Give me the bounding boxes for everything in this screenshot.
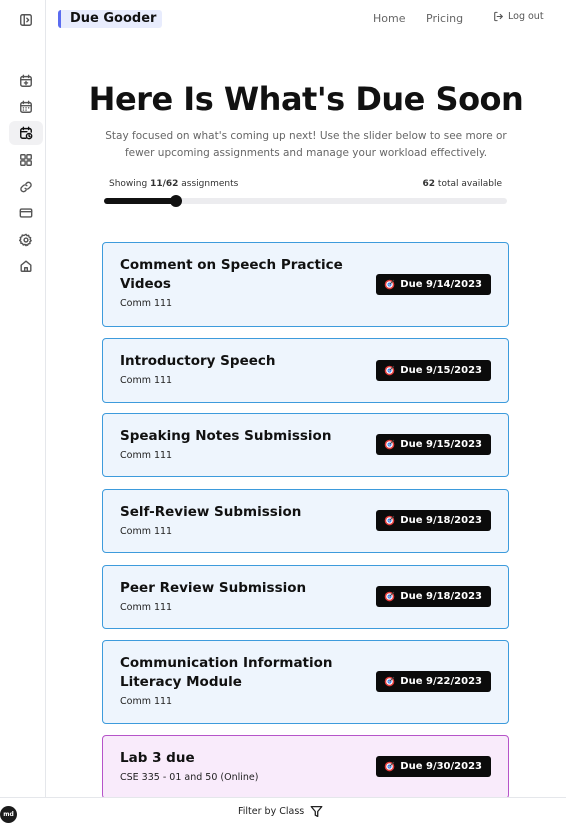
page-subtitle: Stay focused on what's coming up next! U… [105, 130, 507, 159]
calendar-clock-icon [20, 126, 33, 140]
assignment-card[interactable]: Self-Review Submission Comm 111 Due 9/18/2… [102, 489, 509, 553]
sidebar-toggle-icon [20, 14, 32, 26]
due-date-badge: Due 9/18/2023 [376, 586, 491, 607]
due-date-label: Due 9/15/2023 [400, 439, 482, 450]
assignment-title: Speaking Notes Submission [120, 428, 332, 444]
assignment-card[interactable]: Comment on Speech Practice Videos Comm 11… [102, 242, 509, 327]
logout-button[interactable]: Log out [493, 11, 544, 22]
brand-logo[interactable]: Due Gooder [58, 10, 163, 28]
gear-icon [19, 233, 32, 247]
target-icon [384, 515, 395, 526]
assignment-slider-thumb[interactable] [170, 195, 183, 207]
filter-icon [310, 805, 323, 818]
logout-label: Log out [508, 11, 544, 22]
link-icon [20, 181, 32, 193]
total-count: 62 [422, 179, 436, 189]
page-title: Here Is What's Due Soon [88, 80, 524, 118]
due-date-label: Due 9/18/2023 [400, 591, 482, 602]
sidebar-item-settings[interactable] [9, 228, 43, 252]
assignment-title: Introductory Speech [120, 353, 276, 369]
nav-pricing-link[interactable]: Pricing [426, 12, 463, 25]
target-icon [384, 761, 395, 772]
assignment-title: Comment on Speech Practice Videos [120, 257, 343, 292]
due-date-badge: Due 9/14/2023 [376, 274, 491, 295]
due-date-badge: Due 9/22/2023 [376, 671, 491, 692]
due-date-label: Due 9/22/2023 [400, 676, 482, 687]
assignment-card[interactable]: Communication Information Literacy Modul… [102, 640, 509, 724]
nav-home-link[interactable]: Home [373, 12, 405, 25]
sidebar [0, 0, 46, 797]
toggle-sidebar-button[interactable] [9, 8, 43, 32]
assignment-course: Comm 111 [120, 602, 173, 613]
target-icon [384, 676, 395, 687]
sidebar-item-links[interactable] [9, 175, 43, 199]
due-date-label: Due 9/15/2023 [400, 365, 482, 376]
assignment-card[interactable]: Peer Review Submission Comm 111 Due 9/18/2… [102, 565, 509, 629]
sidebar-item-dashboard[interactable] [9, 148, 43, 172]
due-date-badge: Due 9/30/2023 [376, 756, 491, 777]
showing-count-text: Showing 11/62 assignments [109, 179, 238, 189]
avatar[interactable]: md [0, 806, 17, 823]
sidebar-item-calendar[interactable] [9, 95, 43, 119]
due-date-label: Due 9/14/2023 [400, 279, 482, 290]
showing-count: 11/62 [150, 179, 179, 189]
filter-label: Filter by Class [238, 806, 305, 817]
home-icon [20, 260, 32, 272]
target-icon [384, 279, 395, 290]
bottom-bar: md Filter by Class [0, 797, 566, 825]
due-date-badge: Due 9/18/2023 [376, 510, 491, 531]
assignment-course: Comm 111 [120, 450, 173, 461]
sidebar-item-billing[interactable] [9, 201, 43, 225]
assignment-course: Comm 111 [120, 298, 173, 309]
due-date-badge: Due 9/15/2023 [376, 434, 491, 455]
credit-card-icon [19, 208, 33, 218]
target-icon [384, 591, 395, 602]
assignment-course: CSE 335 - 01 and 50 (Online) [120, 772, 259, 783]
assignment-course: Comm 111 [120, 696, 173, 707]
showing-prefix: Showing [109, 179, 151, 189]
total-suffix: total available [435, 179, 502, 189]
due-date-label: Due 9/18/2023 [400, 515, 482, 526]
top-header: Due Gooder Home Pricing Log out [46, 0, 566, 38]
due-date-badge: Due 9/15/2023 [376, 360, 491, 381]
sidebar-item-add-event[interactable] [9, 69, 43, 93]
due-date-label: Due 9/30/2023 [400, 761, 482, 772]
sidebar-item-home[interactable] [9, 254, 43, 278]
assignment-course: Comm 111 [120, 375, 173, 386]
assignment-slider-fill [104, 198, 179, 204]
target-icon [384, 365, 395, 376]
assignment-card[interactable]: Introductory Speech Comm 111 Due 9/15/2023 [102, 338, 509, 403]
calendar-icon [20, 100, 32, 113]
assignment-title: Lab 3 due [120, 750, 195, 766]
calendar-plus-icon [20, 74, 32, 87]
assignment-title: Peer Review Submission [120, 580, 307, 596]
target-icon [384, 439, 395, 450]
assignment-card[interactable]: Speaking Notes Submission Comm 111 Due 9/1… [102, 413, 509, 477]
logout-icon [494, 11, 503, 22]
total-available-text: 62 total available [423, 179, 502, 189]
assignment-course: Comm 111 [120, 526, 173, 537]
sidebar-item-due-soon[interactable] [9, 121, 43, 145]
showing-suffix: assignments [178, 179, 239, 189]
filter-by-class-button[interactable]: Filter by Class [238, 805, 323, 818]
grid-icon [20, 154, 32, 166]
assignment-title: Communication Information Literacy Modul… [120, 655, 333, 690]
assignment-title: Self-Review Submission [120, 504, 302, 520]
assignment-card[interactable]: Lab 3 due CSE 335 - 01 and 50 (Online) Due… [102, 735, 509, 799]
